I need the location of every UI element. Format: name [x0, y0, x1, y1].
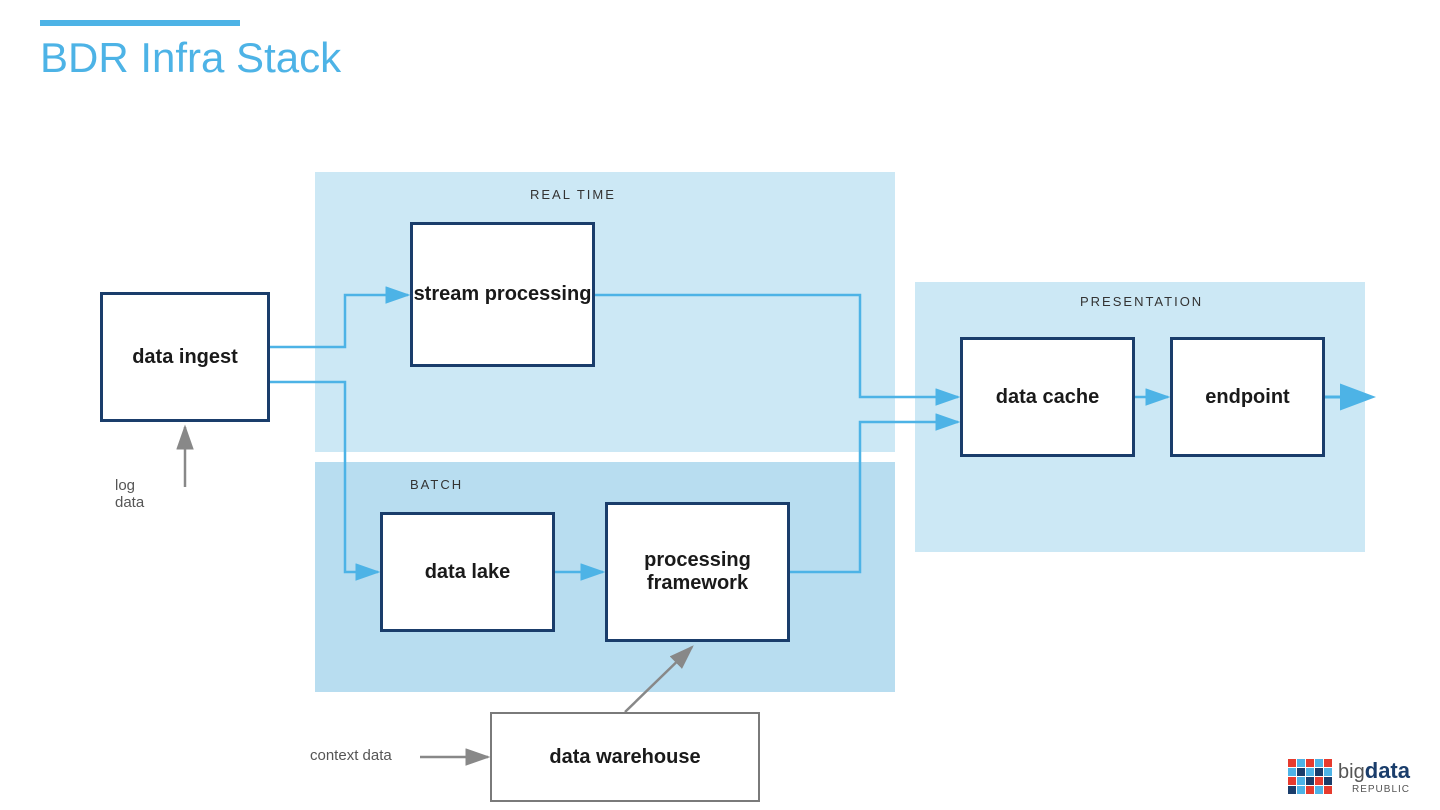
diagram-area: REAL TIME BATCH PRESENTATION [40, 112, 1380, 792]
real-time-section-bg [315, 172, 895, 452]
presentation-label: PRESENTATION [1080, 294, 1203, 309]
data-ingest-box: data ingest [100, 292, 270, 422]
context-data-label: context data [310, 747, 392, 764]
log-data-label: logdata [115, 477, 144, 511]
data-lake-box: data lake [380, 512, 555, 632]
endpoint-box: endpoint [1170, 337, 1325, 457]
data-warehouse-box: data warehouse [490, 712, 760, 802]
processing-framework-box: processing framework [605, 502, 790, 642]
logo-text: bigdata REPUBLIC [1338, 758, 1410, 795]
data-cache-box: data cache [960, 337, 1135, 457]
batch-label: BATCH [410, 477, 463, 492]
logo-grid-icon [1288, 759, 1332, 794]
stream-processing-box: stream processing [410, 222, 595, 367]
logo-area: bigdata REPUBLIC [1288, 758, 1410, 795]
page-title: BDR Infra Stack [40, 34, 1400, 82]
page-container: BDR Infra Stack REAL TIME BATCH PRESENTA… [0, 0, 1440, 810]
real-time-label: REAL TIME [530, 187, 616, 202]
title-accent [40, 20, 240, 26]
